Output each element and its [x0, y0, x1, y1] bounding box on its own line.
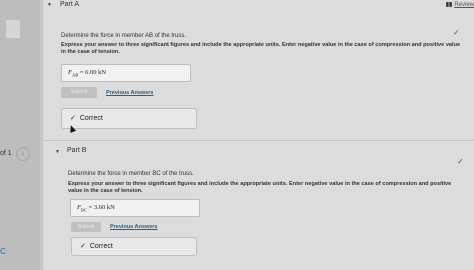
feedback-text: Correct [89, 243, 113, 250]
section-divider [43, 140, 474, 141]
part-b-answer-field[interactable]: FBC = 3.60 kN [70, 199, 200, 217]
sidebar-tile[interactable] [6, 20, 20, 38]
answer-value: = 3.60 kN [88, 204, 115, 211]
part-b-instructions: Express your answer to three significant… [68, 181, 452, 194]
answer-subscript: BC [80, 207, 87, 213]
sidebar-bottom-label: C [0, 247, 6, 256]
correct-check-icon: ✓ [70, 115, 76, 122]
chevron-right-icon[interactable]: › [16, 147, 30, 161]
part-b-previous-answers-link[interactable]: Previous Answers [110, 224, 157, 230]
part-b-title: Part B [67, 147, 87, 154]
part-b-submit-button[interactable]: Submit [71, 222, 101, 232]
review-label: Review [454, 2, 474, 8]
part-a-instructions: Express your answer to three significant… [61, 42, 461, 55]
part-a-previous-answers-link[interactable]: Previous Answers [106, 90, 153, 96]
answer-value: = 6.00 kN [79, 69, 107, 76]
correct-check-icon: ✓ [80, 243, 86, 250]
page-indicator: of 1 [0, 150, 12, 157]
part-a-submit-button[interactable]: Submit [61, 87, 97, 98]
part-b-feedback: ✓ Correct [71, 237, 197, 256]
part-b-question: Determine the force in member BC of the … [68, 171, 194, 177]
answer-subscript: AB [71, 72, 79, 78]
review-link[interactable]: ▮▮ Review [446, 1, 474, 8]
part-b-check-icon: ✓ [457, 157, 464, 166]
feedback-text: Correct [79, 115, 103, 122]
part-a-question: Determine the force in member AB of the … [61, 33, 187, 39]
left-sidebar: of 1 › C [0, 0, 40, 270]
collapse-caret-icon[interactable]: ▼ [47, 2, 52, 8]
part-a-feedback: ✓ Correct [61, 108, 197, 129]
part-b-collapse-caret-icon[interactable]: ▼ [55, 149, 60, 155]
part-a-title: Part A [60, 1, 80, 8]
review-grid-icon: ▮▮ [445, 2, 453, 8]
part-a-answer-field[interactable]: FAB = 6.00 kN [61, 64, 191, 82]
problem-panel: ▼ Part A ▮▮ Review ✓ Determine the force … [42, 0, 474, 270]
part-a-check-icon: ✓ [453, 28, 460, 37]
